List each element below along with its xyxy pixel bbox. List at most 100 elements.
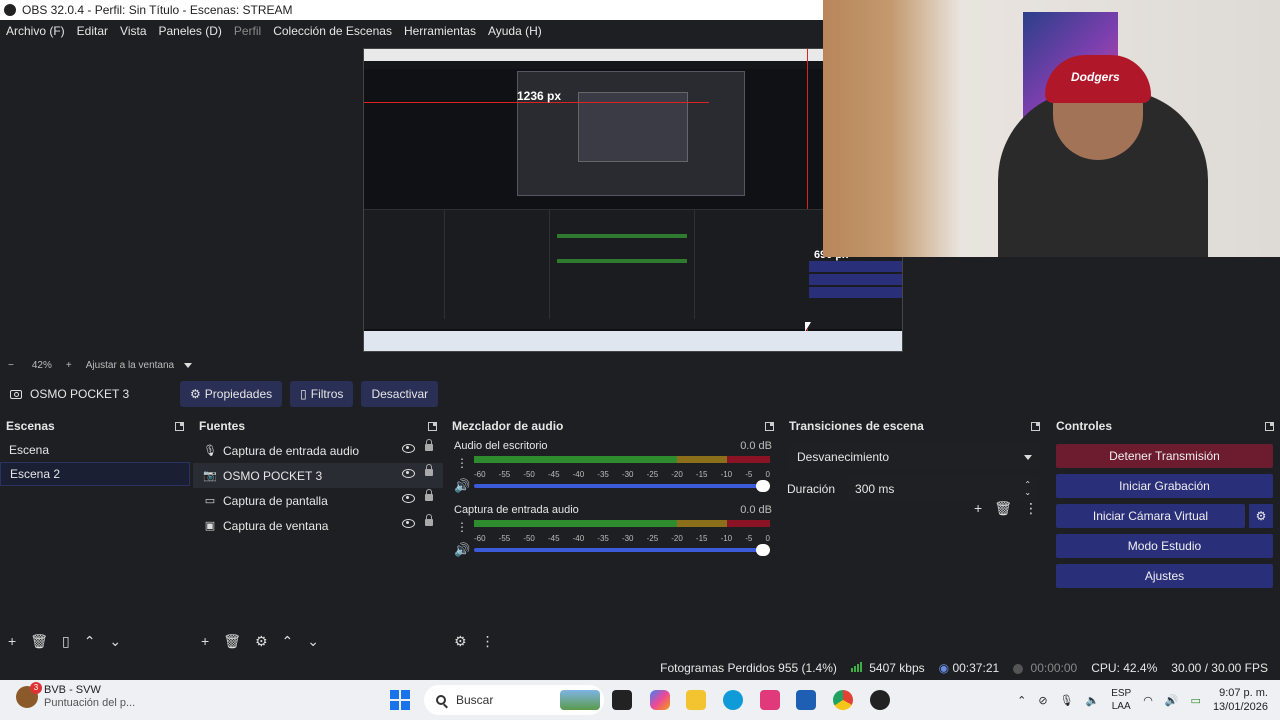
volume-slider[interactable] <box>474 544 770 556</box>
menu-scene-collection[interactable]: Colección de Escenas <box>267 24 398 38</box>
sources-dock: Fuentes 🎙 Captura de entrada audio 📷 OSM… <box>193 416 443 656</box>
filter-icon[interactable]: ▯ <box>62 633 70 650</box>
speaker-icon[interactable]: 🔊 <box>454 542 470 558</box>
fit-window-chevron-icon[interactable] <box>184 362 193 368</box>
virtual-camera-settings-gear-icon[interactable]: ⚙ <box>1249 504 1273 528</box>
zoom-out-button[interactable]: − <box>8 360 14 371</box>
kebab-menu-icon[interactable]: ⋮ <box>456 520 468 534</box>
scene-item[interactable]: Escena <box>0 438 190 462</box>
copilot-icon[interactable] <box>650 690 670 710</box>
add-icon[interactable]: + <box>201 633 209 649</box>
eye-icon[interactable] <box>402 469 415 478</box>
add-icon[interactable]: + <box>8 633 16 649</box>
tiktok-app-icon[interactable] <box>760 690 780 710</box>
lock-icon[interactable] <box>425 514 433 526</box>
lock-icon[interactable] <box>425 439 433 451</box>
properties-button[interactable]: ⚙ Propiedades <box>180 381 283 407</box>
news-widget[interactable]: 3 BVB - SVW Puntuación del p... <box>16 682 135 710</box>
eye-icon[interactable] <box>402 494 415 503</box>
spinner-arrows-icon[interactable]: ⌃ ⌄ <box>1024 481 1031 497</box>
selected-source: OSMO POCKET 3 <box>10 387 180 401</box>
gear-icon[interactable]: ⚙ <box>255 633 268 650</box>
volume-slider[interactable] <box>474 480 770 492</box>
search-placeholder: Buscar <box>456 693 494 707</box>
undock-icon[interactable] <box>1031 421 1040 431</box>
system-tray: ⌃ ⊘ 🎙 🔈 ESP LAA ◠ 🔊 ▭ 9:07 p. m. 13/01/2… <box>1017 680 1280 720</box>
fit-window-select[interactable]: Ajustar a la ventana <box>86 360 174 371</box>
chevron-up-icon[interactable]: ⌃ <box>282 633 294 650</box>
chevron-up-icon[interactable]: ⌃ <box>1017 694 1026 707</box>
lock-icon[interactable] <box>425 464 433 476</box>
scene-item-selected[interactable]: Escena 2 <box>0 462 190 486</box>
duration-spinbox[interactable]: 300 ms ⌃ ⌄ <box>847 476 1038 502</box>
eye-icon[interactable] <box>402 444 415 453</box>
volume-icon[interactable]: 🔈 <box>1086 694 1100 707</box>
obs-app-icon[interactable] <box>870 690 890 710</box>
settings-button[interactable]: Ajustes <box>1056 564 1273 588</box>
stop-streaming-button[interactable]: Detener Transmisión <box>1056 444 1273 468</box>
source-item[interactable]: ▣ Captura de ventana <box>193 513 443 538</box>
windows-start-icon[interactable] <box>390 690 410 710</box>
microphone-icon[interactable]: 🎙 <box>1060 694 1074 707</box>
menu-edit[interactable]: Editar <box>71 24 114 38</box>
source-item[interactable]: ▭ Captura de pantalla <box>193 488 443 513</box>
deactivate-button[interactable]: Desactivar <box>361 381 439 407</box>
add-icon[interactable]: + <box>974 500 982 517</box>
edge-browser-icon[interactable] <box>723 690 743 710</box>
source-item[interactable]: 🎙 Captura de entrada audio <box>193 438 443 463</box>
chevron-up-icon[interactable]: ⌃ <box>84 633 96 650</box>
menu-docks[interactable]: Paneles (D) <box>153 24 228 38</box>
channel-db: 0.0 dB <box>740 440 772 452</box>
trash-icon[interactable]: 🗑 <box>223 633 241 650</box>
dropped-frames: Fotogramas Perdidos 955 (1.4%) <box>660 661 837 675</box>
undock-icon[interactable] <box>175 421 184 431</box>
kebab-menu-icon[interactable]: ⋮ <box>1024 500 1038 517</box>
mouse-cursor-icon <box>805 322 811 332</box>
speaker-icon[interactable]: 🔊 <box>454 478 470 494</box>
transition-select[interactable]: Desvanecimiento <box>789 444 1040 470</box>
transitions-dock: Transiciones de escena Desvanecimiento D… <box>783 416 1046 656</box>
advanced-audio-gear-icon[interactable]: ⚙ <box>454 633 467 650</box>
kebab-menu-icon[interactable]: ⋮ <box>456 456 468 470</box>
channel-name: Captura de entrada audio <box>454 504 579 516</box>
volume-slider-handle[interactable] <box>756 544 770 556</box>
eye-icon[interactable] <box>402 519 415 528</box>
chrome-icon[interactable] <box>833 690 853 710</box>
battery-icon[interactable]: ▭ <box>1191 694 1201 707</box>
undock-icon[interactable] <box>428 421 437 431</box>
chevron-down-icon[interactable]: ⌄ <box>109 633 121 650</box>
source-item-selected[interactable]: 📷 OSMO POCKET 3 <box>193 463 443 488</box>
language-indicator[interactable]: ESP LAA <box>1111 687 1131 713</box>
landscape-widget-icon[interactable] <box>560 690 600 710</box>
menu-help[interactable]: Ayuda (H) <box>482 24 548 38</box>
menu-file[interactable]: Archivo (F) <box>0 24 71 38</box>
lock-icon[interactable] <box>425 489 433 501</box>
wifi-icon[interactable]: ◠ <box>1143 694 1153 707</box>
trash-icon[interactable]: 🗑 <box>30 633 48 650</box>
obs-logo-icon <box>4 4 16 16</box>
store-icon[interactable] <box>796 690 816 710</box>
menu-view[interactable]: Vista <box>114 24 152 38</box>
speaker-icon[interactable]: 🔊 <box>1165 694 1179 707</box>
widget-title: BVB - SVW <box>44 684 101 696</box>
source-label: OSMO POCKET 3 <box>223 468 323 483</box>
menu-tools[interactable]: Herramientas <box>398 24 482 38</box>
preview-canvas[interactable]: 1236 px 690 px <box>363 48 903 352</box>
filters-label: Filtros <box>310 387 344 401</box>
terminal-icon[interactable] <box>612 690 632 710</box>
file-explorer-icon[interactable] <box>686 690 706 710</box>
undock-icon[interactable] <box>1265 421 1274 431</box>
studio-mode-button[interactable]: Modo Estudio <box>1056 534 1273 558</box>
start-virtual-camera-button[interactable]: Iniciar Cámara Virtual ⚙ <box>1056 504 1273 528</box>
volume-slider-handle[interactable] <box>756 480 770 492</box>
kebab-menu-icon[interactable]: ⋮ <box>481 633 495 650</box>
controls-title: Controles <box>1056 419 1113 433</box>
chevron-down-icon[interactable]: ⌄ <box>307 633 319 650</box>
undock-icon[interactable] <box>765 421 774 431</box>
start-recording-button[interactable]: Iniciar Grabación <box>1056 474 1273 498</box>
clock[interactable]: 9:07 p. m. 13/01/2026 <box>1213 686 1268 714</box>
filters-button[interactable]: ▯ Filtros <box>290 381 354 407</box>
trash-icon[interactable]: 🗑 <box>994 500 1012 517</box>
zoom-in-button[interactable]: + <box>66 360 72 371</box>
network-off-icon[interactable]: ⊘ <box>1038 694 1047 707</box>
